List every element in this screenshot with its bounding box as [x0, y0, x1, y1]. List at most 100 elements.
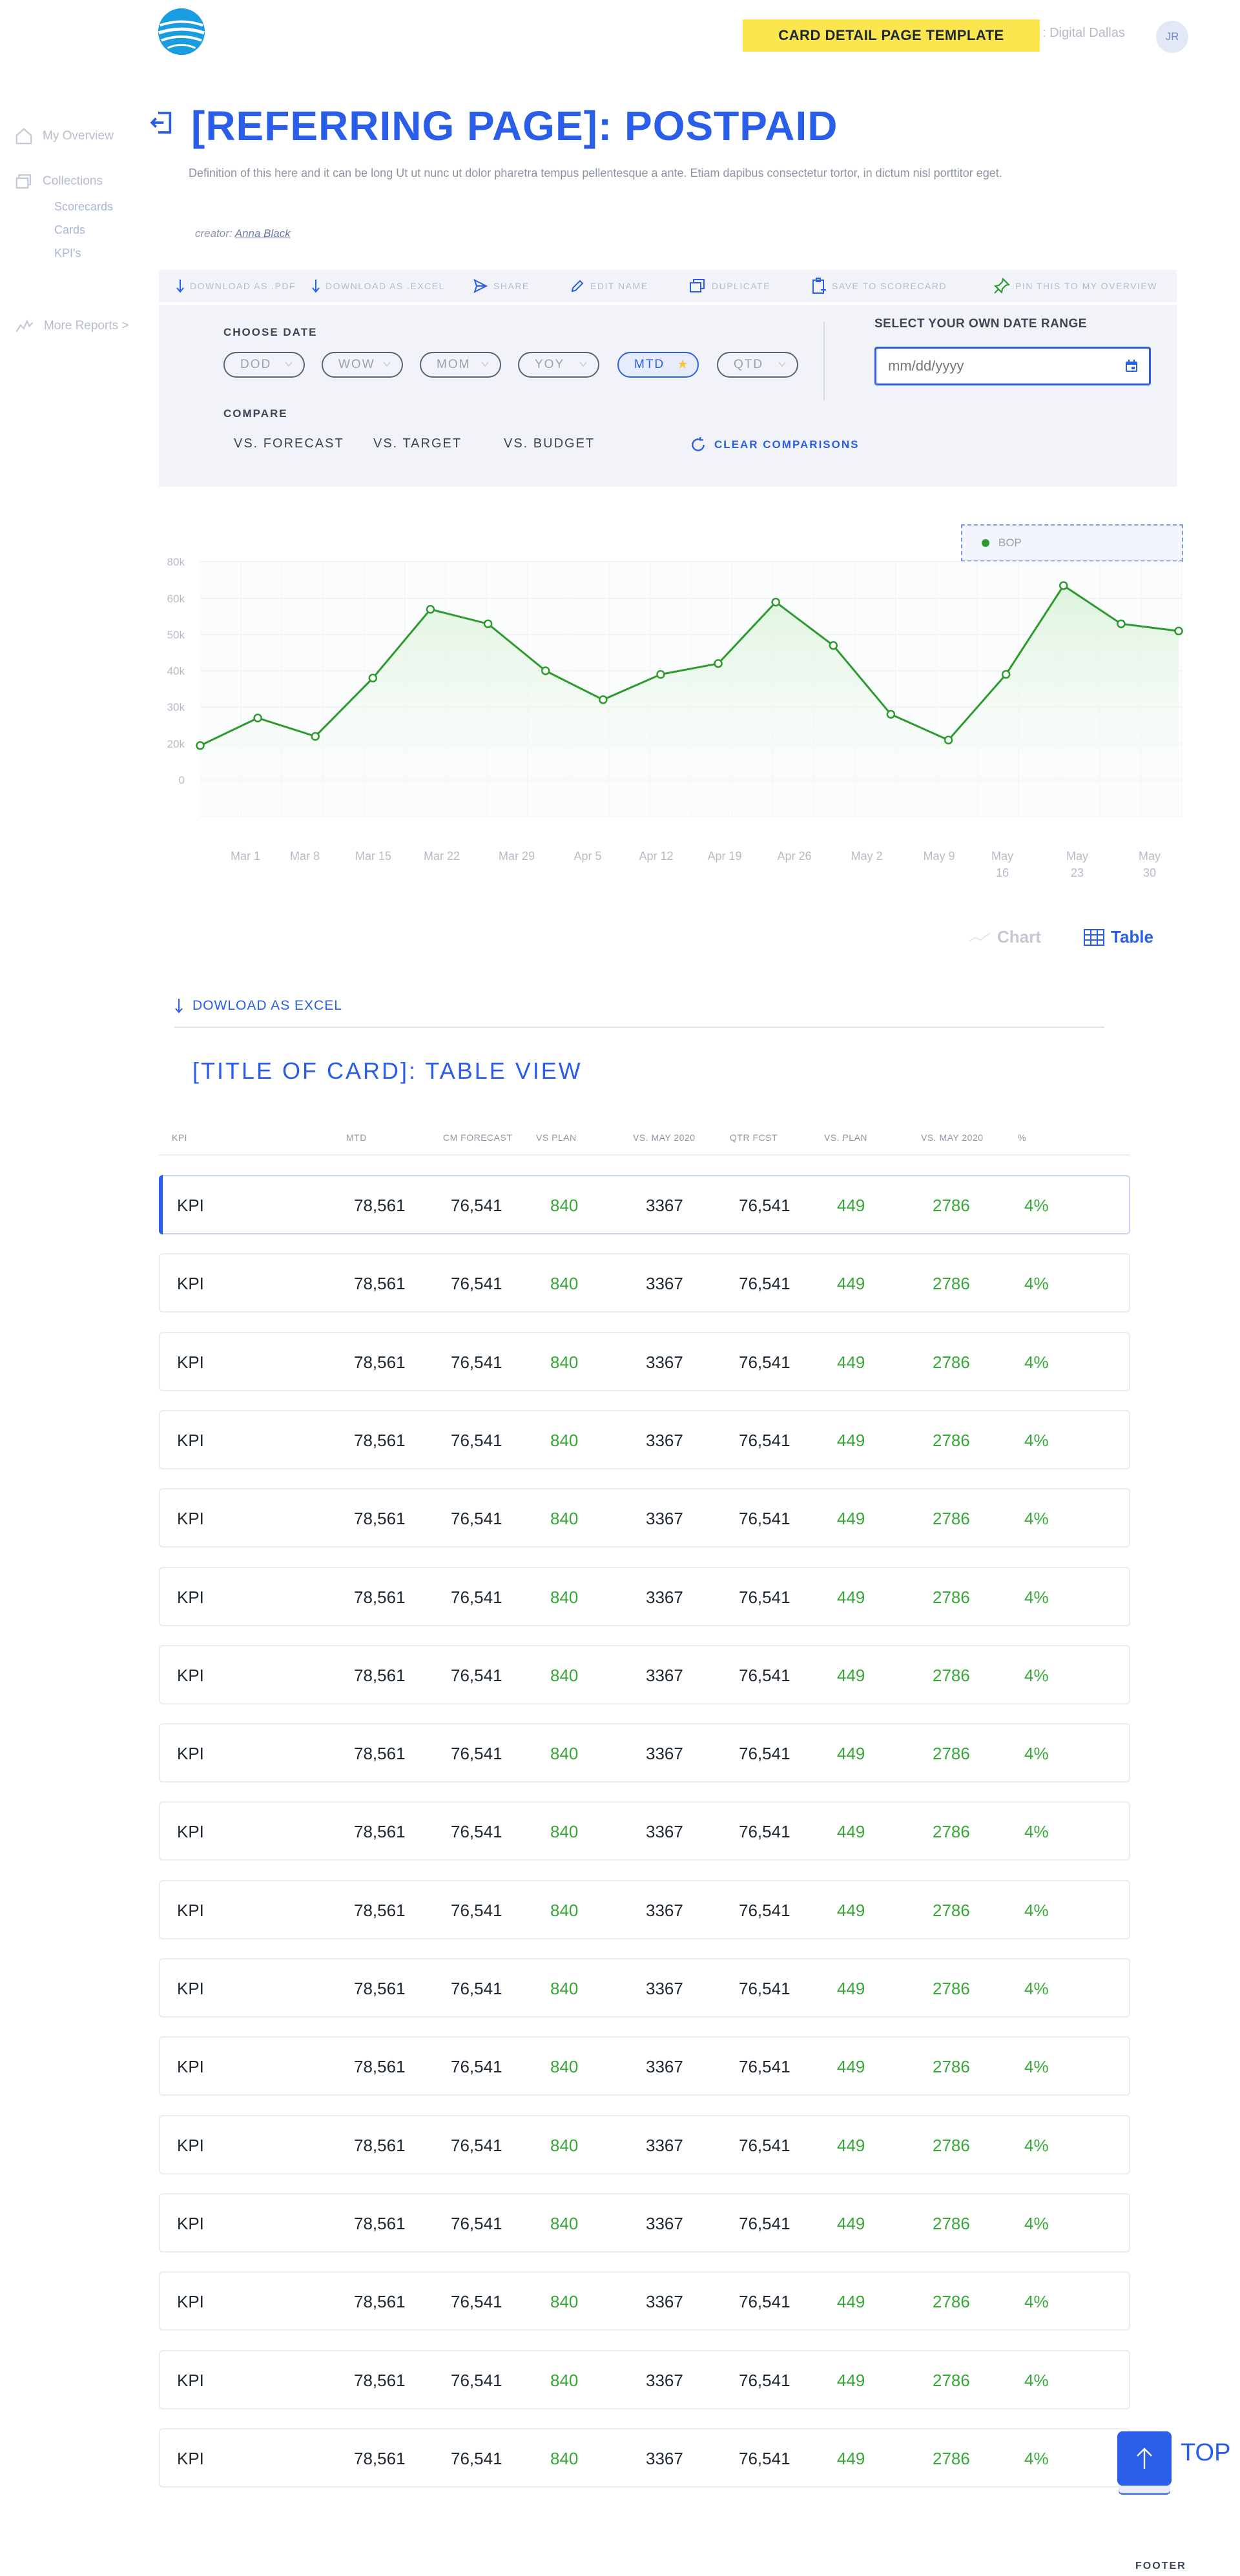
- table-row[interactable]: KPI 78,561 76,541 840 3367 76,541 449 2786 4%: [159, 1175, 1130, 1234]
- share-button[interactable]: SHARE: [473, 278, 530, 294]
- view-table-toggle[interactable]: Table: [1084, 927, 1153, 947]
- date-option-dod[interactable]: DOD: [223, 352, 305, 378]
- scroll-top-label[interactable]: TOP: [1181, 2439, 1230, 2467]
- table-cell: 76,541: [739, 2057, 790, 2077]
- data-point: [311, 731, 320, 741]
- sidebar-sub-cards[interactable]: Cards: [54, 223, 85, 237]
- edit-name-button[interactable]: EDIT NAME: [570, 278, 648, 294]
- table-row[interactable]: KPI 78,561 76,541 840 3367 76,541 449 2786 4%: [159, 1958, 1130, 2018]
- table-row[interactable]: KPI 78,561 76,541 840 3367 76,541 449 2786 4%: [159, 1879, 1130, 1939]
- pin-button[interactable]: PIN THIS TO MY OVERVIEW: [993, 278, 1157, 294]
- data-point: [541, 666, 550, 675]
- table-row[interactable]: KPI 78,561 76,541 840 3367 76,541 449 2786 4%: [159, 1253, 1130, 1313]
- table-cell: 4%: [1024, 1665, 1049, 1685]
- table-icon: [1084, 928, 1104, 946]
- table-row[interactable]: KPI 78,561 76,541 840 3367 76,541 449 2786 4%: [159, 1723, 1130, 1783]
- table-row[interactable]: KPI 78,561 76,541 840 3367 76,541 449 2786 4%: [159, 1566, 1130, 1626]
- download-pdf-button[interactable]: DOWNLOAD AS .PDF: [176, 279, 296, 293]
- sidebar-sub-scorecards[interactable]: Scorecards: [54, 200, 113, 214]
- column-header[interactable]: VS. MAY 2020: [633, 1132, 696, 1143]
- duplicate-label: DUPLICATE: [712, 281, 771, 291]
- table-cell: 78,561: [354, 1352, 406, 1372]
- table-row[interactable]: KPI 78,561 76,541 840 3367 76,541 449 2786 4%: [159, 1488, 1130, 1548]
- column-header[interactable]: KPI: [172, 1132, 187, 1143]
- save-to-scorecard-label: SAVE TO SCORECARD: [832, 281, 947, 291]
- column-header[interactable]: %: [1018, 1132, 1026, 1143]
- date-option-qtd[interactable]: QTD: [717, 352, 798, 378]
- arrow-down-icon: [175, 999, 183, 1014]
- table-cell: 78,561: [354, 1744, 406, 1764]
- table-cell: 840: [550, 1274, 579, 1294]
- x-tick-label: Mar 8: [290, 850, 320, 863]
- table-row[interactable]: KPI 78,561 76,541 840 3367 76,541 449 2786 4%: [159, 2114, 1130, 2174]
- calendar-icon[interactable]: [1124, 358, 1139, 374]
- date-option-yoy[interactable]: YOY: [518, 352, 599, 378]
- table-cell: 76,541: [739, 1979, 790, 1998]
- avatar[interactable]: JR: [1156, 21, 1188, 53]
- column-header[interactable]: QTR FCST: [730, 1132, 778, 1143]
- column-header[interactable]: VS. MAY 2020: [921, 1132, 984, 1143]
- table-row[interactable]: KPI 78,561 76,541 840 3367 76,541 449 2786 4%: [159, 2349, 1130, 2409]
- view-chart-toggle[interactable]: Chart: [969, 927, 1041, 947]
- creator-label: creator:: [195, 227, 232, 240]
- download-excel-link[interactable]: DOWLOAD AS EXCEL: [174, 998, 342, 1014]
- data-point: [1117, 619, 1126, 628]
- page-title: [REFERRING PAGE]: POSTPAID: [191, 103, 838, 149]
- sidebar-item-more-reports[interactable]: More Reports >: [14, 316, 129, 336]
- back-icon[interactable]: [149, 110, 174, 136]
- column-header[interactable]: MTD: [346, 1132, 367, 1143]
- compare-vs-forecast[interactable]: VS. FORECAST: [234, 436, 344, 451]
- table-cell: 2786: [933, 1979, 970, 1998]
- sidebar-item-my-overview[interactable]: My Overview: [14, 127, 114, 146]
- table-row[interactable]: KPI 78,561 76,541 840 3367 76,541 449 2786 4%: [159, 2271, 1130, 2331]
- table-row[interactable]: KPI 78,561 76,541 840 3367 76,541 449 2786 4%: [159, 2428, 1130, 2488]
- compare-vs-budget[interactable]: VS. BUDGET: [504, 436, 595, 451]
- table-cell: 2786: [933, 2135, 970, 2155]
- scroll-top-button[interactable]: [1117, 2431, 1172, 2486]
- table-cell: 78,561: [354, 2057, 406, 2077]
- view-chart-label: Chart: [997, 927, 1041, 946]
- table-cell: 78,561: [354, 2292, 406, 2312]
- table-cell: 3367: [646, 1352, 683, 1372]
- download-excel-button[interactable]: DOWNLOAD AS .EXCEL: [311, 279, 445, 293]
- table-cell: 78,561: [354, 2370, 406, 2390]
- creator-link[interactable]: Anna Black: [235, 227, 291, 240]
- table-cell: 449: [837, 1744, 865, 1764]
- table-row[interactable]: KPI 78,561 76,541 840 3367 76,541 449 2786 4%: [159, 1409, 1130, 1469]
- save-to-scorecard-button[interactable]: SAVE TO SCORECARD: [811, 277, 947, 295]
- duplicate-button[interactable]: DUPLICATE: [688, 278, 770, 294]
- date-option-wow[interactable]: WOW: [322, 352, 403, 378]
- table-cell: 78,561: [354, 1979, 406, 1998]
- table-cell: 840: [550, 2057, 579, 2077]
- creator-line: creator: Anna Black: [195, 227, 291, 240]
- compare-vs-target[interactable]: VS. TARGET: [373, 436, 462, 451]
- date-option-label: DOD: [240, 358, 272, 371]
- x-tick-label: May 9: [923, 850, 955, 863]
- sidebar-item-collections[interactable]: Collections: [14, 172, 103, 191]
- table-cell: 2786: [933, 1587, 970, 1607]
- column-header[interactable]: VS. PLAN: [824, 1132, 867, 1143]
- sidebar-sub-kpis[interactable]: KPI's: [54, 247, 81, 260]
- table-row[interactable]: KPI 78,561 76,541 840 3367 76,541 449 2786 4%: [159, 1801, 1130, 1861]
- table-row[interactable]: KPI 78,561 76,541 840 3367 76,541 449 2786 4%: [159, 1644, 1130, 1704]
- data-point: [771, 597, 780, 607]
- x-tick-label: Mar 1: [231, 850, 260, 863]
- date-range-input[interactable]: [874, 347, 1151, 385]
- date-option-mtd[interactable]: MTD: [617, 352, 699, 378]
- column-header[interactable]: CM FORECAST: [443, 1132, 512, 1143]
- row-kpi-name: KPI: [177, 1744, 204, 1764]
- trend-icon: [16, 319, 34, 332]
- table-row[interactable]: KPI 78,561 76,541 840 3367 76,541 449 2786 4%: [159, 2193, 1130, 2253]
- clear-comparisons-button[interactable]: CLEAR COMPARISONS: [690, 436, 859, 453]
- sidebar-item-label: My Overview: [43, 129, 114, 143]
- x-tick-label: Apr 12: [639, 850, 673, 863]
- pin-label: PIN THIS TO MY OVERVIEW: [1015, 281, 1157, 291]
- table-cell: 78,561: [354, 1665, 406, 1685]
- table-cell: 78,561: [354, 1274, 406, 1294]
- date-option-mom[interactable]: MOM: [420, 352, 501, 378]
- table-row[interactable]: KPI 78,561 76,541 840 3367 76,541 449 2786 4%: [159, 1331, 1130, 1391]
- table-cell: 2786: [933, 1822, 970, 1842]
- column-header[interactable]: VS PLAN: [536, 1132, 577, 1143]
- table-row[interactable]: KPI 78,561 76,541 840 3367 76,541 449 2786 4%: [159, 2036, 1130, 2096]
- table-cell: 76,541: [739, 2135, 790, 2155]
